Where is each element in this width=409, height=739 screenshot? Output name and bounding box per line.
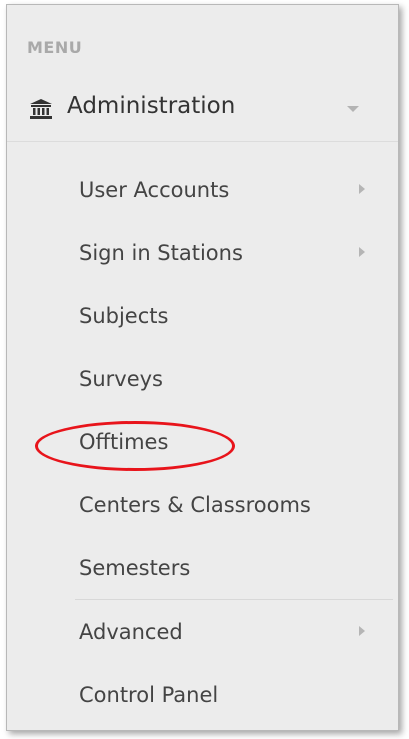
caret-down-icon[interactable] <box>347 106 359 112</box>
menu-item-subjects[interactable]: Subjects <box>79 304 168 328</box>
menu-item-surveys[interactable]: Surveys <box>79 367 163 391</box>
menu-group-administration[interactable]: Administration <box>7 79 398 142</box>
caret-right-icon <box>359 626 365 636</box>
menu-item-semesters[interactable]: Semesters <box>79 556 190 580</box>
menu-item-sign-in-stations[interactable]: Sign in Stations <box>79 241 243 265</box>
menu-item-advanced[interactable]: Advanced <box>79 620 183 644</box>
menu-item-user-accounts[interactable]: User Accounts <box>79 178 229 202</box>
menu-group-label: Administration <box>67 93 236 119</box>
menu-item-centers-classrooms[interactable]: Centers & Classrooms <box>79 493 311 517</box>
caret-right-icon <box>359 184 365 194</box>
menu-divider <box>75 599 393 600</box>
caret-right-icon <box>359 247 365 257</box>
sidebar-menu-panel: MENU Administration User Accounts Sign i… <box>6 4 399 731</box>
bank-icon <box>30 99 52 119</box>
menu-item-control-panel[interactable]: Control Panel <box>79 683 218 707</box>
menu-item-offtimes[interactable]: Offtimes <box>79 430 168 454</box>
menu-header: MENU <box>27 38 83 57</box>
